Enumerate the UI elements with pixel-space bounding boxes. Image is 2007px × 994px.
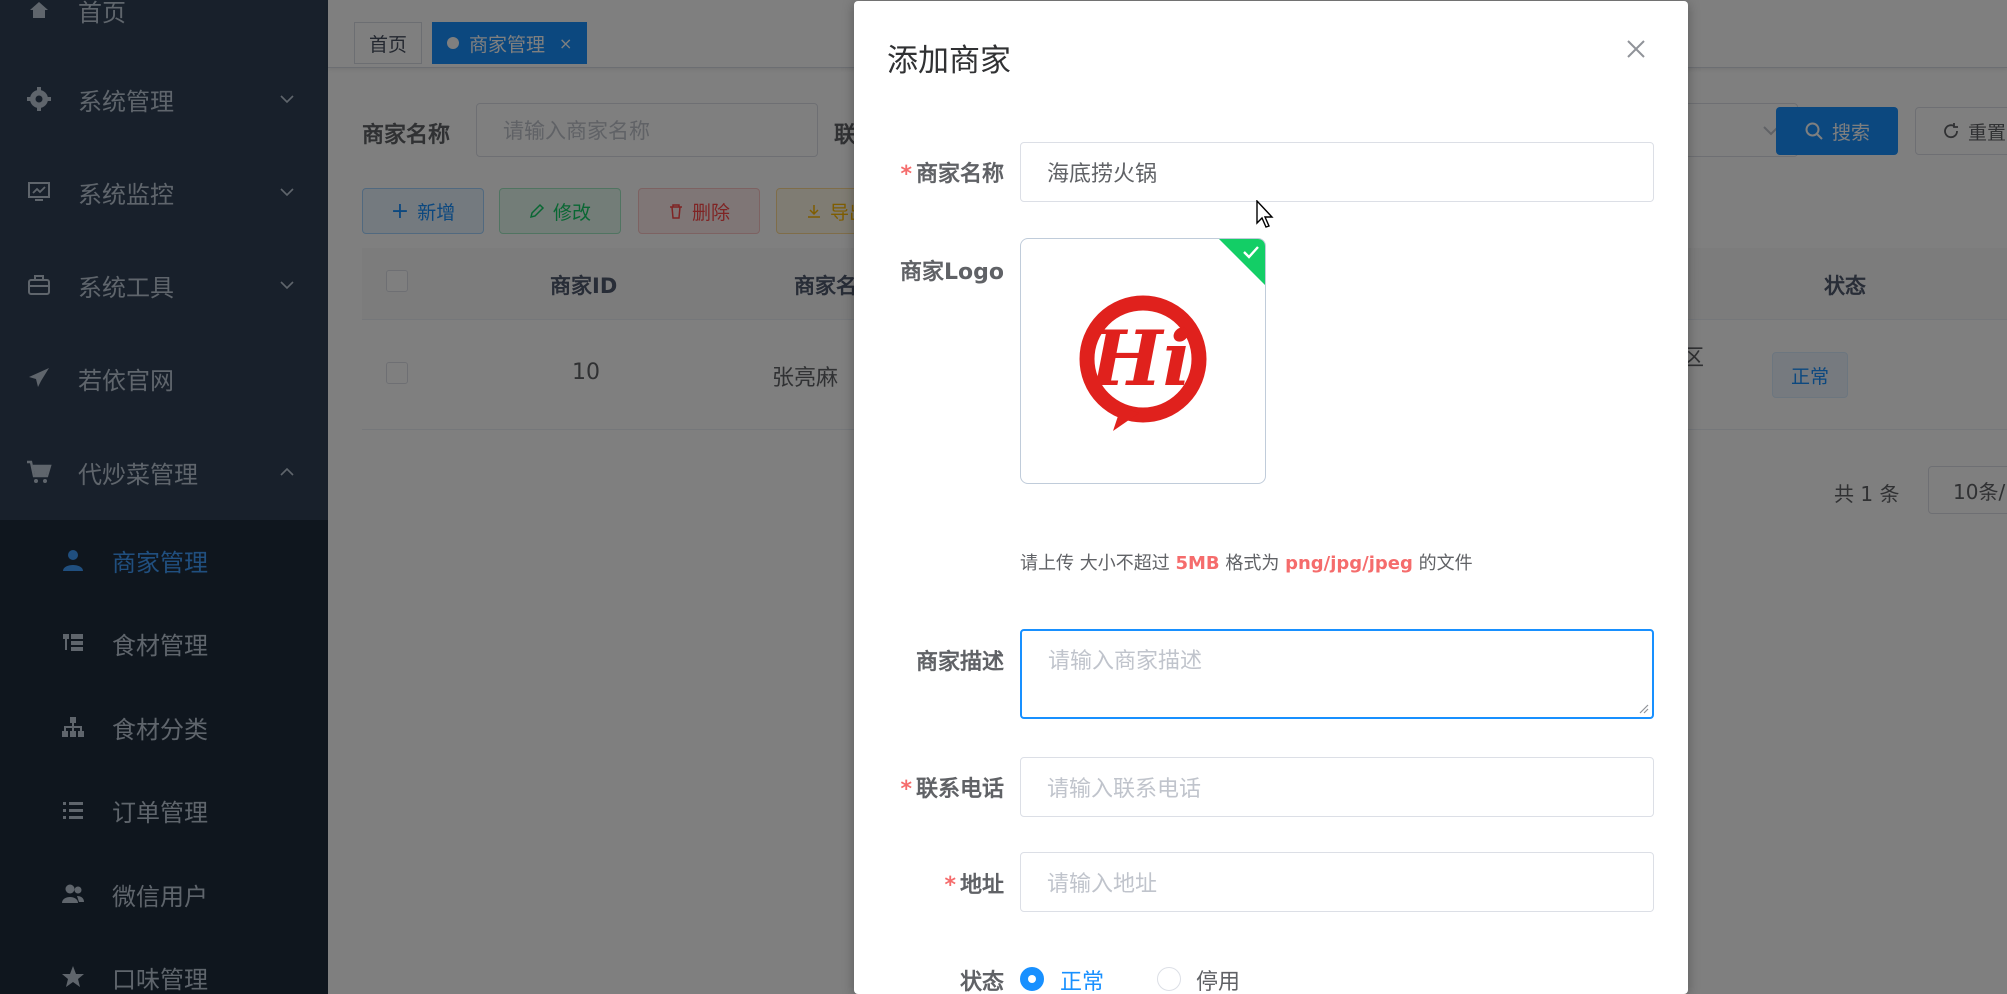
radio-unchecked-icon bbox=[1157, 967, 1181, 991]
merchant-desc-form-label: 商家描述 bbox=[804, 644, 1004, 676]
logo-text: Hi bbox=[1089, 314, 1192, 403]
dialog-title: 添加商家 bbox=[887, 43, 1011, 79]
merchant-desc-textarea[interactable]: 请输入商家描述 bbox=[1020, 629, 1654, 719]
tip-suffix: 的文件 bbox=[1412, 553, 1473, 574]
tip-formats: png/jpg/jpeg bbox=[1285, 553, 1413, 574]
phone-label-text: 联系电话 bbox=[915, 777, 1004, 802]
required-asterisk: * bbox=[900, 777, 912, 802]
merchant-desc-label-text: 商家描述 bbox=[915, 650, 1004, 675]
address-placeholder: 请输入地址 bbox=[1047, 872, 1158, 897]
phone-form-label: * 联系电话 bbox=[804, 771, 1004, 803]
address-form-label: * 地址 bbox=[804, 867, 1004, 899]
merchant-name-value: 海底捞火锅 bbox=[1047, 162, 1158, 187]
address-input[interactable]: 请输入地址 bbox=[1020, 852, 1654, 912]
textarea-placeholder: 请输入商家描述 bbox=[1048, 649, 1203, 674]
merchant-name-label-text: 商家名称 bbox=[915, 162, 1004, 187]
merchant-name-input[interactable]: 海底捞火锅 bbox=[1020, 142, 1654, 202]
phone-input[interactable]: 请输入联系电话 bbox=[1020, 757, 1654, 817]
tip-prefix: 请上传 大小不超过 bbox=[1020, 553, 1176, 574]
merchant-logo-label-text: 商家Logo bbox=[900, 260, 1004, 285]
logo-upload[interactable]: Hi bbox=[1020, 238, 1266, 484]
merchant-name-form-label: * 商家名称 bbox=[804, 156, 1004, 188]
check-icon bbox=[1243, 246, 1259, 259]
required-asterisk: * bbox=[944, 873, 956, 898]
radio-checked-icon bbox=[1020, 967, 1044, 991]
radio-label-disabled: 停用 bbox=[1196, 970, 1241, 994]
status-label-text: 状态 bbox=[959, 970, 1004, 994]
radio-label-active: 正常 bbox=[1060, 970, 1105, 994]
upload-tip: 请上传 大小不超过 5MB 格式为 png/jpg/jpeg 的文件 bbox=[1020, 549, 1473, 575]
close-icon[interactable] bbox=[1624, 37, 1648, 61]
address-label-text: 地址 bbox=[959, 873, 1004, 898]
tip-mid: 格式为 bbox=[1219, 553, 1286, 574]
tip-size: 5MB bbox=[1175, 553, 1220, 574]
add-merchant-dialog: 添加商家 * 商家名称 海底捞火锅 商家Logo Hi 请上传 大小不超过 5MB… bbox=[854, 1, 1688, 994]
status-form-label: 状态 bbox=[804, 964, 1004, 994]
mouse-cursor-icon bbox=[1256, 200, 1274, 228]
required-asterisk: * bbox=[900, 162, 912, 187]
resize-handle-icon[interactable] bbox=[1637, 702, 1649, 714]
phone-placeholder: 请输入联系电话 bbox=[1047, 777, 1202, 802]
merchant-logo-form-label: 商家Logo bbox=[804, 254, 1004, 286]
